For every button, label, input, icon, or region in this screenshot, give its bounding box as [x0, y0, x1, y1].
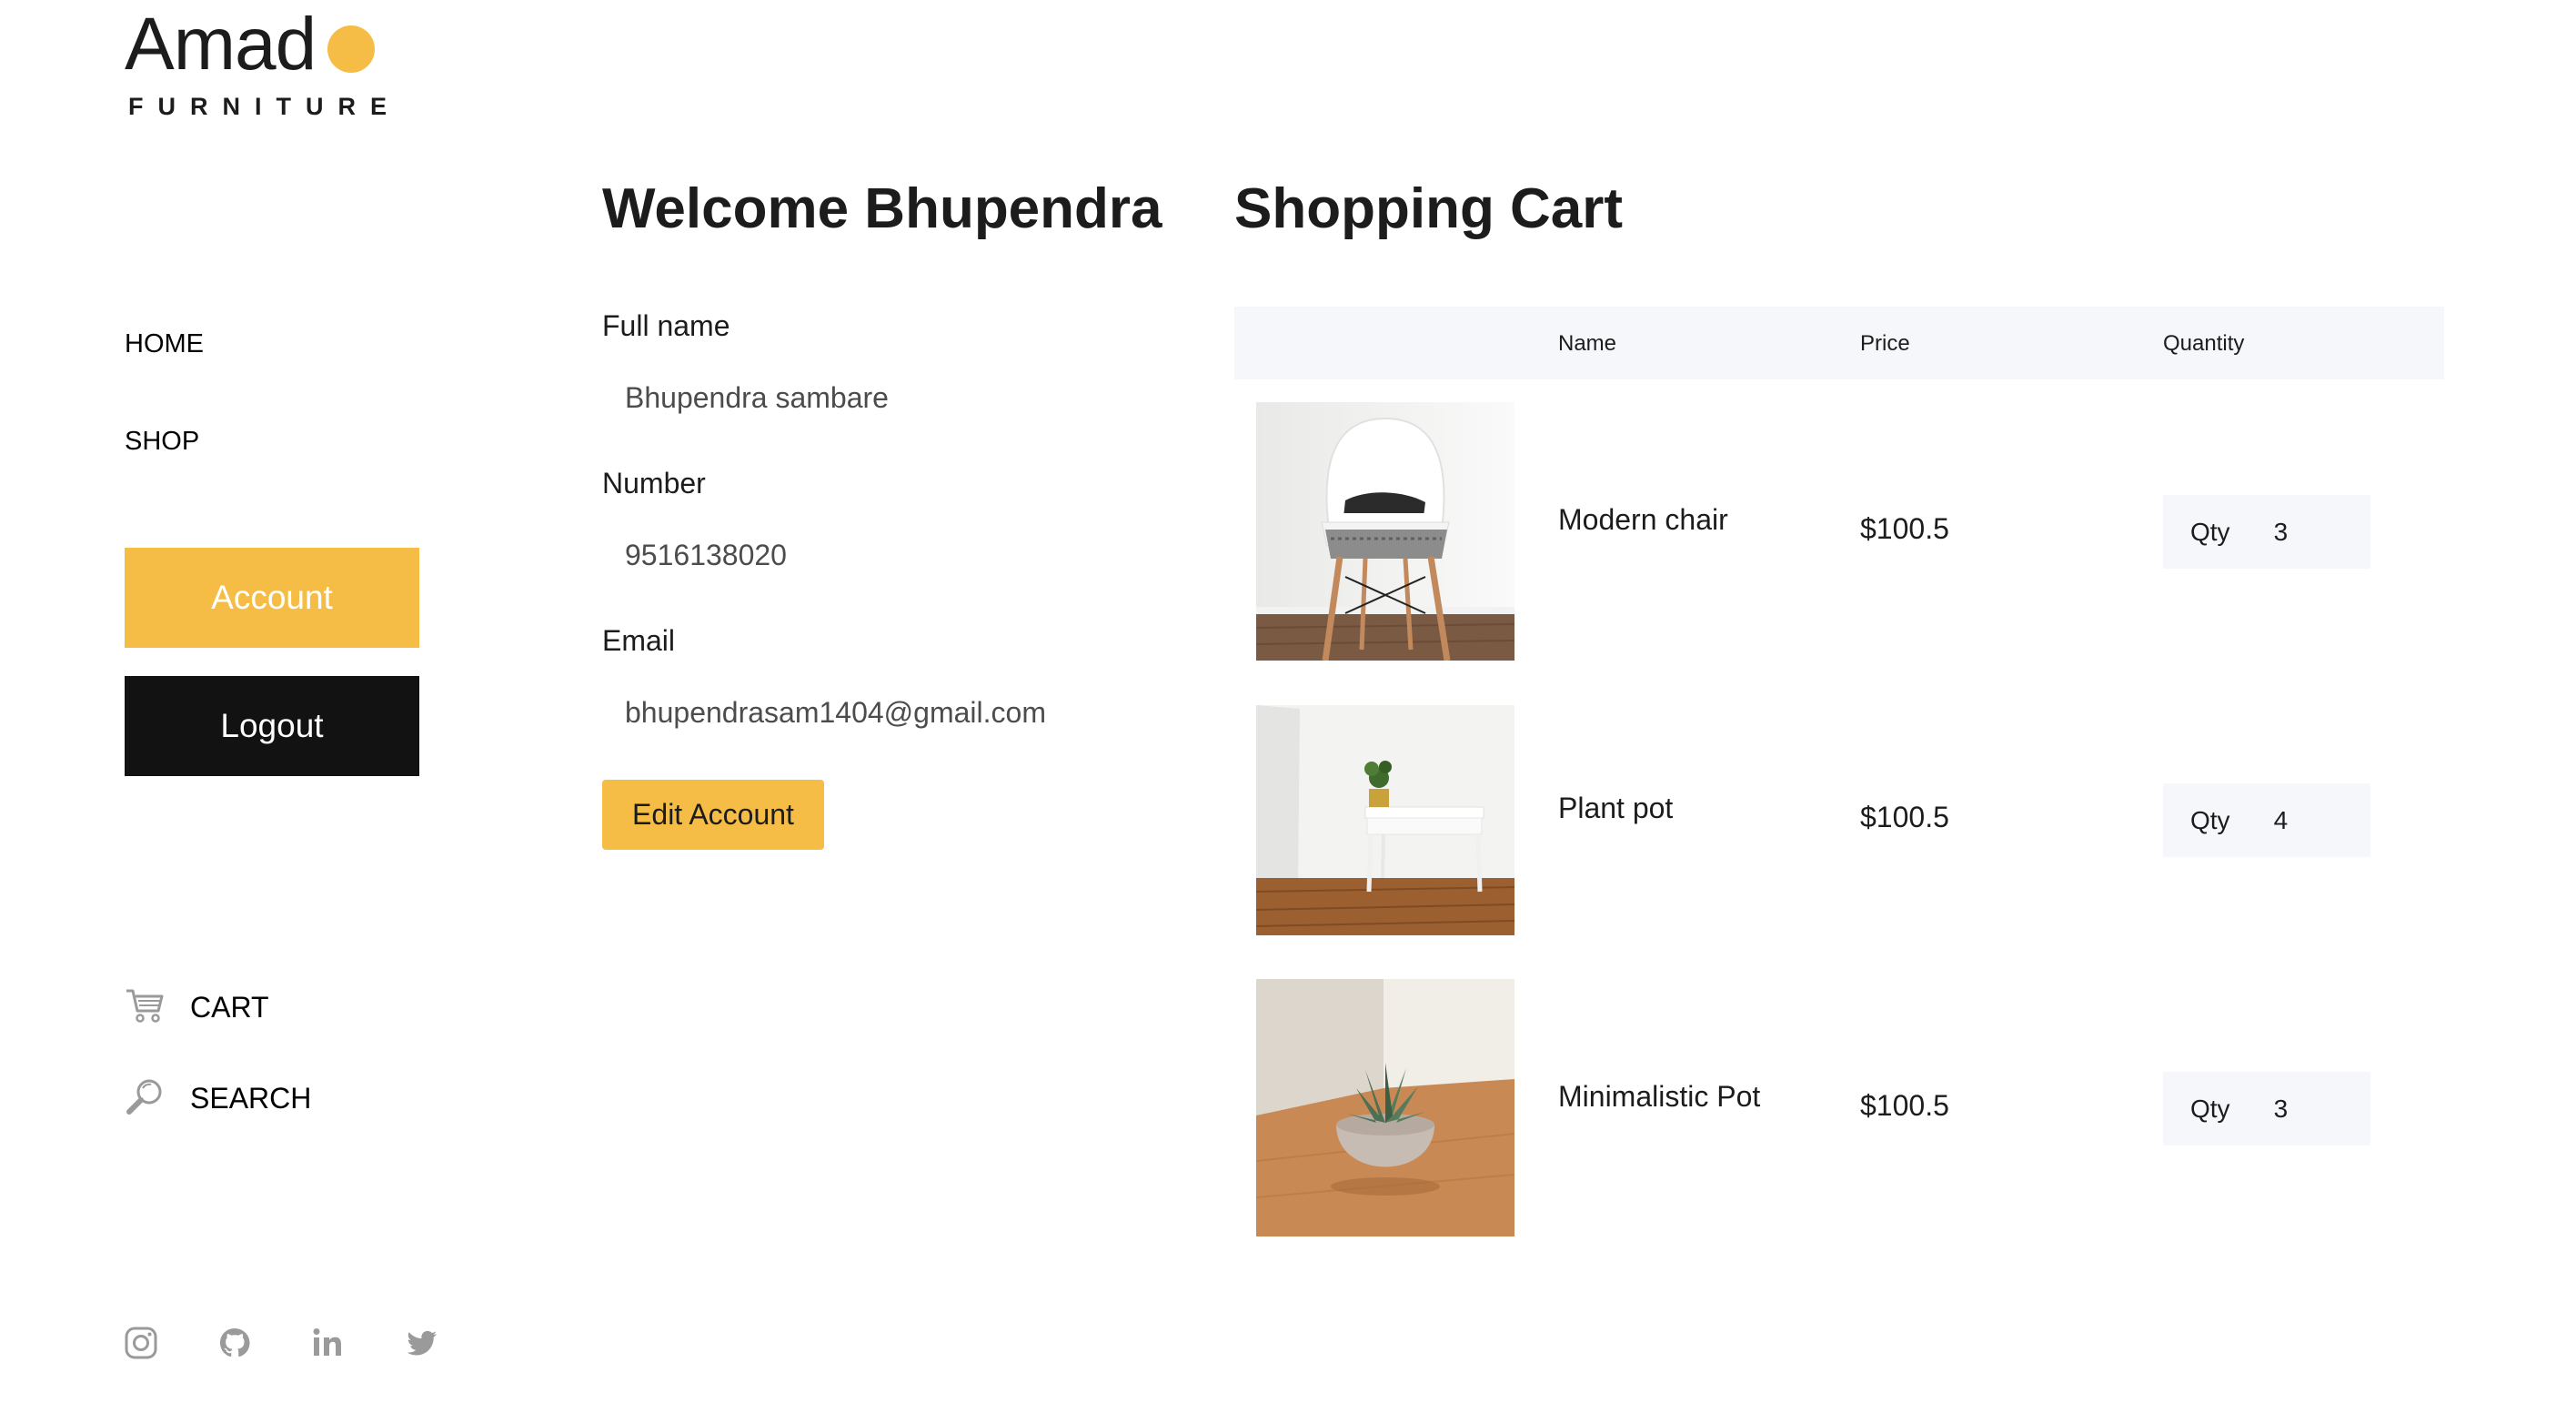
qty-value[interactable]: 4 — [2274, 806, 2289, 835]
edit-account-button[interactable]: Edit Account — [602, 780, 824, 850]
cart-link[interactable]: CART — [125, 984, 269, 1030]
qty-value[interactable]: 3 — [2274, 518, 2289, 547]
nav-home[interactable]: HOME — [125, 329, 204, 359]
column-price: Price — [1860, 331, 1910, 356]
product-image-minimalistic-pot[interactable] — [1256, 979, 1514, 1236]
cart-icon — [125, 987, 165, 1028]
product-image-plant-pot[interactable] — [1256, 705, 1514, 935]
full-name-label: Full name — [602, 309, 730, 342]
cart-table-header — [1234, 307, 2444, 379]
github-icon[interactable] — [216, 1325, 253, 1361]
brand-tagline: FURNITURE — [128, 93, 401, 120]
product-price: $100.5 — [1860, 512, 1949, 545]
product-image-modern-chair[interactable] — [1256, 402, 1514, 661]
qty-label: Qty — [2190, 805, 2230, 834]
column-quantity: Quantity — [2163, 331, 2245, 356]
full-name-value: Bhupendra sambare — [625, 381, 889, 414]
nav-shop[interactable]: SHOP — [125, 427, 199, 457]
product-name[interactable]: Minimalistic Pot — [1558, 1080, 1760, 1114]
cart-label: CART — [190, 990, 269, 1024]
column-name: Name — [1558, 331, 1617, 356]
qty-label: Qty — [2190, 1094, 2230, 1123]
twitter-icon[interactable] — [404, 1325, 440, 1361]
quantity-field[interactable]: Qty 3 — [2163, 495, 2370, 569]
number-label: Number — [602, 467, 706, 500]
product-name[interactable]: Modern chair — [1558, 503, 1728, 537]
quantity-field[interactable]: Qty 4 — [2163, 783, 2370, 857]
number-value: 9516138020 — [625, 539, 787, 571]
product-price: $100.5 — [1860, 801, 1949, 833]
account-button[interactable]: Account — [125, 548, 419, 648]
email-value: bhupendrasam1404@gmail.com — [625, 696, 1046, 729]
email-label: Email — [602, 624, 676, 657]
account-title: Welcome Bhupendra — [602, 177, 1162, 240]
brand-logo[interactable]: Amad FURNITURE — [125, 3, 397, 122]
brand-name: Amad — [125, 3, 317, 86]
qty-value[interactable]: 3 — [2274, 1095, 2289, 1124]
product-price: $100.5 — [1860, 1089, 1949, 1122]
search-label: SEARCH — [190, 1081, 312, 1115]
quantity-field[interactable]: Qty 3 — [2163, 1072, 2370, 1145]
linkedin-icon[interactable] — [309, 1325, 346, 1361]
logout-button[interactable]: Logout — [125, 676, 419, 776]
search-link[interactable]: SEARCH — [125, 1075, 311, 1121]
qty-label: Qty — [2190, 517, 2230, 546]
search-icon — [125, 1076, 165, 1121]
instagram-icon[interactable] — [123, 1325, 159, 1361]
cart-title: Shopping Cart — [1234, 177, 1624, 240]
logo-dot-icon — [327, 25, 375, 73]
product-name[interactable]: Plant pot — [1558, 792, 1673, 825]
